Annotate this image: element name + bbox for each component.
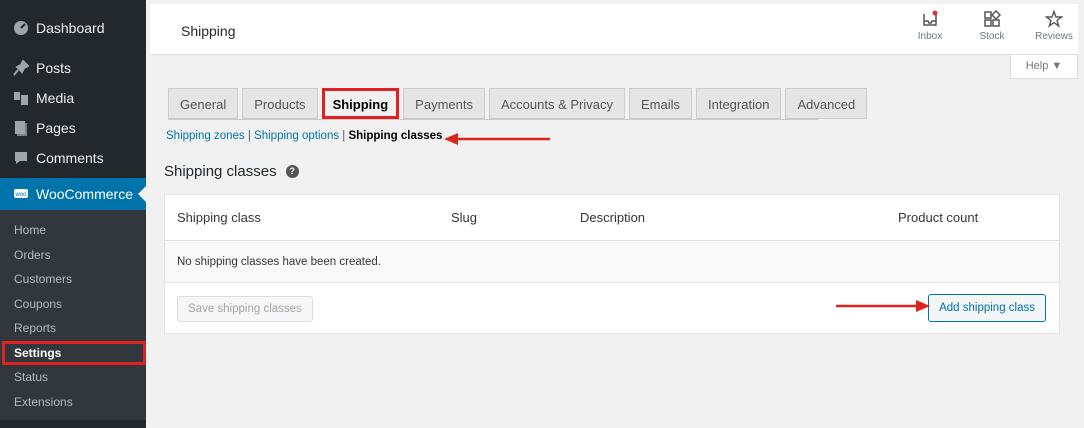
tab-accounts-privacy[interactable]: Accounts & Privacy [488,88,625,119]
settings-tabs: General Products Shipping Payments Accou… [168,88,871,119]
shipping-classes-table: Shipping class Slug Description Product … [164,194,1060,334]
col-shipping-class: Shipping class [177,210,261,225]
col-description: Description [580,210,646,225]
tab-general[interactable]: General [168,88,239,119]
help-button[interactable]: Help ▼ [1010,55,1078,79]
shipping-classes-current: Shipping classes [348,130,443,142]
woocommerce-submenu: Home Orders Customers Coupons Reports Se… [0,210,146,420]
tab-emails[interactable]: Emails [628,88,692,119]
submenu-orders[interactable]: Orders [0,243,146,268]
stock-label: Stock [979,31,1005,42]
subnav-separator: | [244,130,255,142]
submenu-customers[interactable]: Customers [0,267,146,292]
sidebar-item-label: Posts [36,60,72,76]
sidebar-item-woocommerce[interactable]: woo WooCommerce [0,178,146,210]
header-bar: Shipping Inbox Stock Reviews [150,4,1078,55]
tab-integration[interactable]: Integration [696,88,782,119]
sidebar-item-label: Media [36,90,75,106]
stock-icon [984,10,1001,27]
admin-sidebar: Dashboard Posts Media Pages Comments woo… [0,0,146,428]
sidebar-item-posts[interactable]: Posts [0,53,146,83]
sidebar-item-comments[interactable]: Comments [0,143,146,173]
reviews-label: Reviews [1035,31,1073,42]
sidebar-item-media[interactable]: Media [0,83,146,113]
table-header: Shipping class Slug Description Product … [165,195,1059,241]
inbox-button[interactable]: Inbox [908,10,952,42]
save-shipping-classes-button[interactable]: Save shipping classes [177,296,313,322]
col-slug: Slug [451,210,478,225]
sidebar-item-label: Pages [36,120,76,136]
pin-icon [12,59,30,77]
sidebar-item-label: Comments [36,150,104,166]
submenu-home[interactable]: Home [0,218,146,243]
media-icon [12,89,30,107]
woocommerce-icon: woo [12,185,30,203]
shipping-options-link[interactable]: Shipping options [254,130,339,142]
pages-icon [12,119,30,137]
shipping-subnav: Shipping zones | Shipping options | Ship… [166,130,442,142]
dashboard-icon [12,19,30,37]
annotation-arrow-left [444,133,550,145]
sidebar-item-label: WooCommerce [36,186,133,202]
svg-text:woo: woo [14,192,27,198]
sidebar-item-pages[interactable]: Pages [0,113,146,143]
tab-products[interactable]: Products [242,88,318,119]
help-tip-icon[interactable]: ? [285,165,299,178]
col-product-count: Product count [898,210,979,225]
empty-message: No shipping classes have been created. [165,241,1059,283]
page-title: Shipping [181,23,236,39]
add-shipping-class-button[interactable]: Add shipping class [928,294,1046,322]
sidebar-item-dashboard[interactable]: Dashboard [0,13,146,43]
main-content: Shipping Inbox Stock Reviews Help ▼ Gene… [146,0,1084,428]
shipping-zones-link[interactable]: Shipping zones [166,130,245,142]
inbox-icon [923,10,938,26]
tab-advanced[interactable]: Advanced [785,88,868,119]
star-icon [1045,10,1063,28]
annotation-arrow-right [836,300,930,312]
submenu-settings[interactable]: Settings [2,340,146,365]
section-title-text: Shipping classes [164,163,277,180]
reviews-button[interactable]: Reviews [1032,10,1076,42]
submenu-reports[interactable]: Reports [0,316,146,341]
tab-payments[interactable]: Payments [403,88,485,119]
inbox-label: Inbox [917,31,943,42]
submenu-status[interactable]: Status [0,365,146,390]
comment-icon [12,149,30,167]
stock-button[interactable]: Stock [970,10,1014,42]
section-title: Shipping classes ? [164,163,299,180]
sidebar-item-label: Dashboard [36,20,105,36]
submenu-extensions[interactable]: Extensions [0,390,146,415]
submenu-coupons[interactable]: Coupons [0,292,146,317]
tab-shipping[interactable]: Shipping [321,88,400,119]
